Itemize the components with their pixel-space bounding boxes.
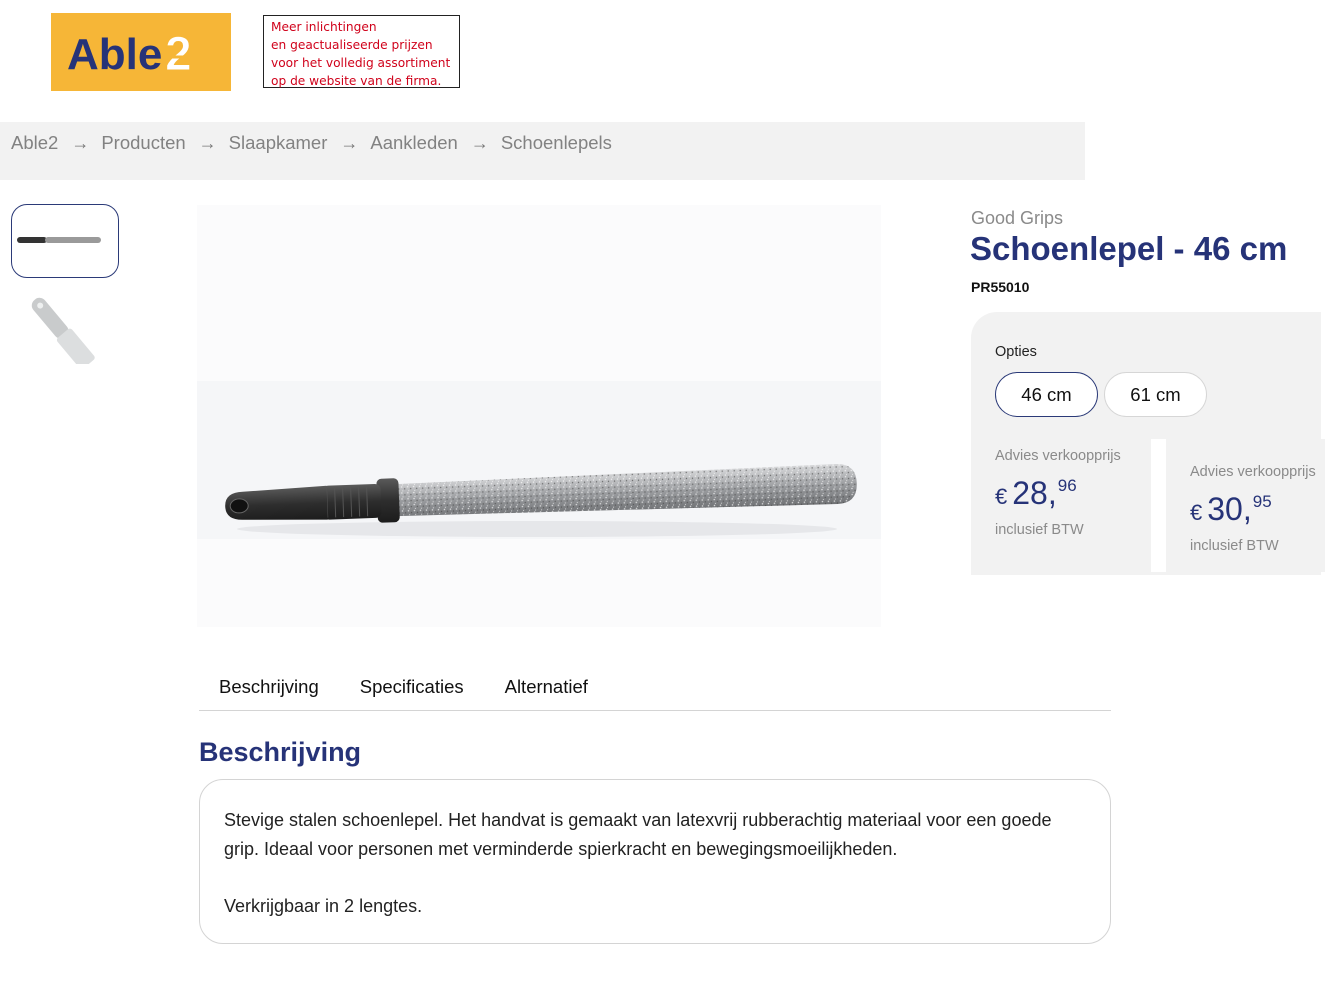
price-label: Advies verkoopprijs xyxy=(995,448,1121,464)
price-label: Advies verkoopprijs xyxy=(1190,464,1316,480)
panel-divider xyxy=(1151,439,1166,572)
product-title: Schoenlepel - 46 cm xyxy=(970,230,1288,267)
vat-note: inclusief BTW xyxy=(1190,538,1279,554)
shoehorn-thumbnail-horizontal-icon xyxy=(17,237,101,243)
breadcrumb-item-schoenlepels[interactable]: Schoenlepels xyxy=(501,132,612,154)
options-label: Opties xyxy=(995,344,1037,360)
vat-note: inclusief BTW xyxy=(995,522,1084,538)
arrow-right-icon: → xyxy=(198,133,217,153)
logo-text: Able xyxy=(67,30,162,79)
notice-line: en geactualiseerde prijzen xyxy=(271,38,433,52)
price-whole: 30, xyxy=(1207,491,1252,527)
product-tabs: Beschrijving Specificaties Alternatief xyxy=(199,670,1111,711)
arrow-right-icon: → xyxy=(470,133,489,153)
breadcrumb-item-able2[interactable]: Able2 xyxy=(11,132,58,154)
thumbnail-2[interactable] xyxy=(11,290,119,364)
currency-symbol: € xyxy=(1190,500,1203,525)
product-sku: PR55010 xyxy=(971,279,1030,295)
shoehorn-thumbnail-angled-icon xyxy=(31,297,95,364)
site-logo[interactable]: Able 2 xyxy=(51,13,231,91)
notice-line: voor het volledig assortiment xyxy=(271,56,451,70)
description-paragraph: Verkrijgbaar in 2 lengtes. xyxy=(224,896,423,916)
description-box: Stevige stalen schoenlepel. Het handvat … xyxy=(199,779,1111,944)
logo-two: 2 xyxy=(165,28,192,81)
arrow-right-icon: → xyxy=(340,133,359,153)
tab-specificaties[interactable]: Specificaties xyxy=(340,670,485,710)
notice-line: Meer inlichtingen xyxy=(271,20,377,34)
arrow-right-icon: → xyxy=(71,133,90,153)
description-title: Beschrijving xyxy=(199,737,362,767)
option-46cm-button[interactable]: 46 cm xyxy=(995,372,1098,417)
option-61cm-button[interactable]: 61 cm xyxy=(1104,372,1207,417)
price-value: €28,96 xyxy=(995,475,1121,512)
breadcrumb-item-producten[interactable]: Producten xyxy=(101,132,185,154)
able2-logo-icon: Able 2 xyxy=(67,28,207,82)
product-brand[interactable]: Good Grips xyxy=(971,208,1063,229)
description-paragraph: Stevige stalen schoenlepel. Het handvat … xyxy=(224,810,1052,859)
currency-symbol: € xyxy=(995,484,1008,509)
price-block-2: Advies verkoopprijs €30,95 inclusief BTW xyxy=(1190,464,1316,554)
breadcrumb-item-slaapkamer[interactable]: Slaapkamer xyxy=(229,132,328,154)
breadcrumb: Able2 → Producten → Slaapkamer → Aankled… xyxy=(0,122,1085,180)
price-cents: 96 xyxy=(1057,476,1077,495)
info-notice: Meer inlichtingen en geactualiseerde pri… xyxy=(263,15,460,88)
thumbnail-1[interactable] xyxy=(11,204,119,278)
price-whole: 28, xyxy=(1012,475,1057,511)
product-main-image[interactable] xyxy=(197,205,881,627)
shoehorn-product-image-icon xyxy=(197,381,881,539)
price-cents: 95 xyxy=(1252,492,1272,511)
breadcrumb-item-aankleden[interactable]: Aankleden xyxy=(370,132,457,154)
price-block-1: Advies verkoopprijs €28,96 inclusief BTW xyxy=(995,448,1121,538)
notice-line: op de website van de firma. xyxy=(271,74,442,88)
price-value: €30,95 xyxy=(1190,491,1316,528)
tab-beschrijving[interactable]: Beschrijving xyxy=(199,670,340,710)
tab-alternatief[interactable]: Alternatief xyxy=(485,670,609,710)
